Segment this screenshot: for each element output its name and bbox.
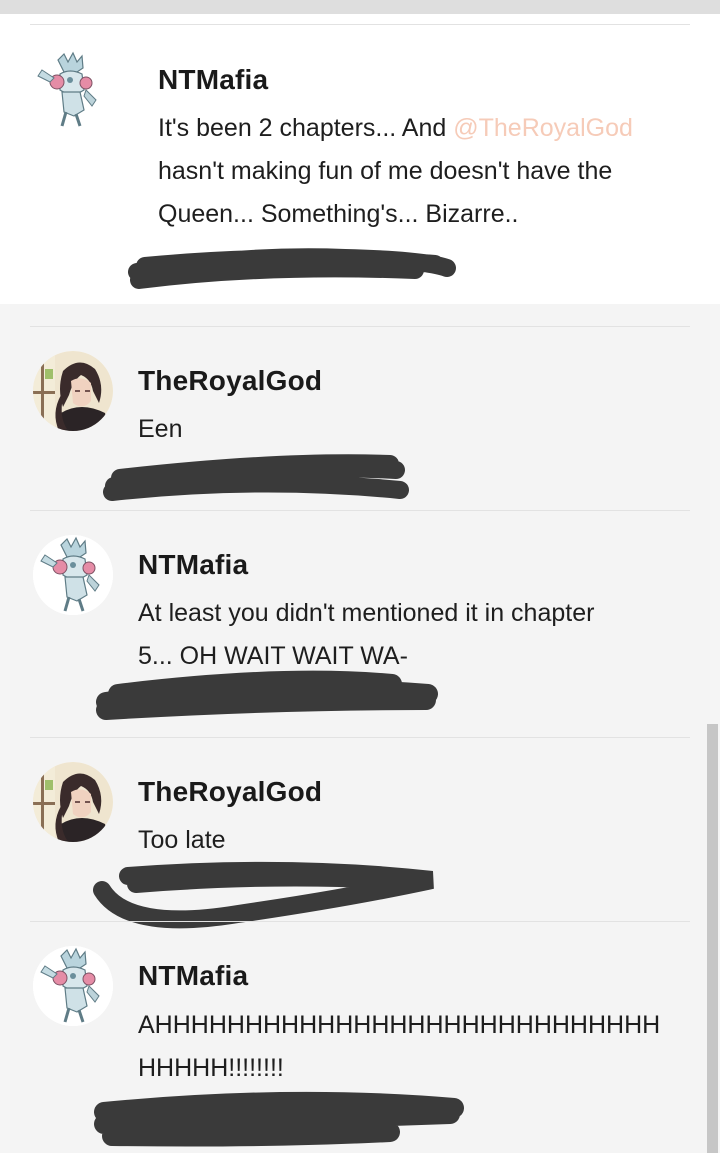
robot-stand-avatar-icon [33, 535, 113, 615]
avatar[interactable] [33, 351, 113, 431]
comment-author[interactable]: NTMafia [158, 64, 268, 96]
comment-text-line: At least you didn't mentioned it in chap… [138, 599, 595, 627]
robot-stand-avatar-icon [33, 946, 113, 1026]
comment-text-line: AHHHHHHHHHHHHHHHHHHHHHHHHHHHH [138, 1011, 661, 1039]
comment-text-line: It's been 2 chapters... And @TheRoyalGod [158, 107, 633, 150]
mention-link[interactable]: @TheRoyalGod [453, 114, 633, 142]
comment-author[interactable]: TheRoyalGod [138, 365, 322, 397]
comment-text-line: Een [138, 415, 183, 443]
divider [30, 737, 690, 738]
comment-author[interactable]: TheRoyalGod [138, 776, 322, 808]
comment-text-line: hasn't making fun of me doesn't have the [158, 157, 613, 185]
comment-text-line: HHHHH!!!!!!!! [138, 1054, 284, 1082]
comment-text-line: Queen... Something's... Bizarre.. [158, 200, 519, 228]
main-comment: NTMafia It's been 2 chapters... And @The… [0, 14, 720, 304]
comment-author[interactable]: NTMafia [138, 549, 248, 581]
redaction-scribble [103, 454, 409, 501]
redaction-scribble [96, 670, 438, 720]
top-bar [0, 0, 720, 14]
anime-character-avatar-icon [33, 762, 113, 842]
avatar[interactable] [33, 762, 113, 842]
divider [30, 326, 690, 327]
divider [30, 921, 690, 922]
divider [30, 510, 690, 511]
comment-text-line: Too late [138, 826, 226, 854]
anime-character-avatar-icon [33, 351, 113, 431]
redaction-scribble [94, 1091, 464, 1147]
redaction-scribble [93, 861, 434, 929]
divider [30, 24, 690, 25]
comment-author[interactable]: NTMafia [138, 960, 248, 992]
scrollbar[interactable] [707, 724, 718, 1153]
robot-stand-avatar-icon [30, 50, 110, 130]
avatar[interactable] [30, 50, 110, 130]
avatar[interactable] [33, 946, 113, 1026]
comment-text-segment: It's been 2 chapters... And [158, 114, 454, 142]
avatar[interactable] [33, 535, 113, 615]
redaction-scribble [128, 248, 456, 289]
